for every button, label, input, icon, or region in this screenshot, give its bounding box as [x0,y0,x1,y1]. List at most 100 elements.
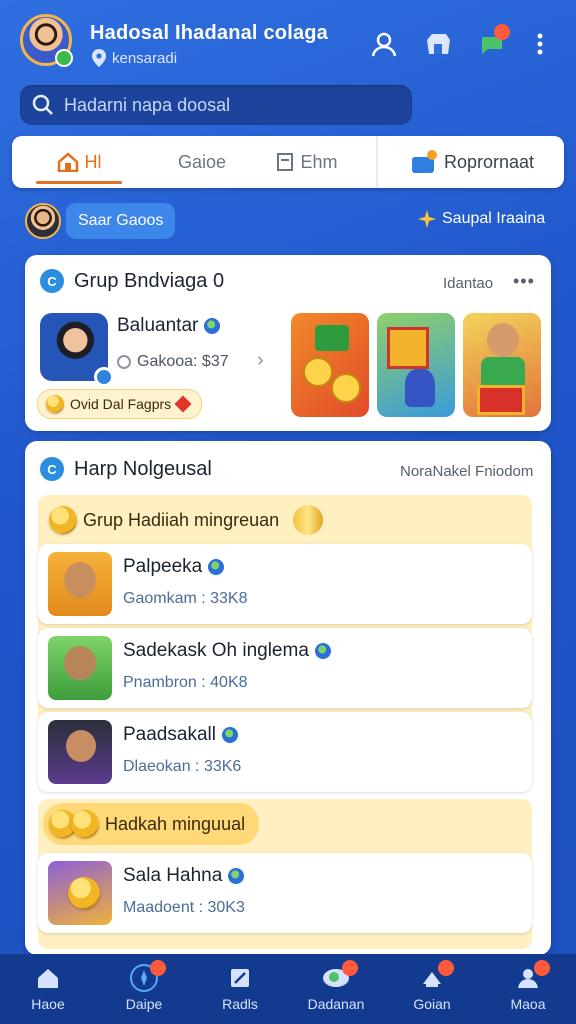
list-item[interactable]: Sala Hahna Maadoent : 30K3 [38,853,532,933]
coin-icon [331,373,361,403]
prize-box-icon [387,327,429,369]
friend-avatar[interactable] [25,203,61,239]
nav-label: Daipe [125,996,163,1012]
nav-label: Maoa [510,996,546,1012]
sparkle-icon [418,210,436,228]
special-link-label: Saupal Iraaina [442,210,546,227]
group-title: Grup Bndviaga 0 [74,269,225,292]
list-item-name-text: Sadekask Oh inglema [123,640,309,661]
home-icon [34,964,62,992]
coin-icon [46,395,64,413]
list-item[interactable]: Palpeeka Gaomkam : 33K8 [38,544,532,624]
more-menu-icon[interactable] [526,30,554,58]
user-avatar [48,720,112,784]
location-label: kensaradi [112,49,178,67]
nav-games[interactable]: Daipe [96,954,192,1024]
ranking-card: C Harp Nolgeusal NoraNakel Fniodom Grup … [25,441,551,955]
nav-label: Haoe [31,996,65,1012]
nav-rewards[interactable]: Goian [384,954,480,1024]
store-icon[interactable] [424,30,452,58]
character-body-icon [481,357,525,387]
active-tab-indicator [36,181,122,184]
ranking-card-header: C Harp Nolgeusal [40,457,212,481]
list-item-meta: Pnambron : 40K8 [123,674,248,691]
ranking-meta[interactable]: NoraNakel Fniodom [400,463,533,480]
tab-divider [376,136,378,188]
document-icon [277,153,294,171]
chevron-right-icon[interactable]: › [257,349,264,372]
section-header-2[interactable]: Hadkah minguual [43,803,260,845]
list-item[interactable]: Paadsakall Dlaeokan : 33K6 [38,712,532,792]
notification-badge [494,24,510,40]
bottom-nav: Haoe Daipe Radls Dadanan Goian Maoa [0,954,576,1024]
featured-avatar[interactable] [40,313,114,387]
featured-name-text: Baluantar [117,315,199,336]
search-icon [32,94,53,115]
tab-program[interactable]: Roprornaat [392,136,552,188]
list-item-name-text: Sala Hahna [123,865,223,886]
list-item-meta: Maadoent : 30K3 [123,899,245,916]
group-card-header: C Grup Bndviaga 0 [40,269,224,293]
user-avatar [48,636,112,700]
profile-avatar[interactable] [20,14,73,67]
special-link[interactable]: Saupal Iraaina [418,210,545,228]
game-thumbnail-1[interactable] [291,313,369,417]
list-item-name-text: Palpeeka [123,556,203,577]
notification-badge [150,960,166,976]
group-meta: Idantao [443,275,494,292]
search-input[interactable] [62,93,386,117]
nav-chat[interactable]: Dadanan [288,954,384,1024]
section-header-1[interactable]: Grup Hadiiah mingreuan [43,499,324,541]
coin-icon [303,357,333,387]
list-item[interactable]: Sadekask Oh inglema Pnambron : 40K8 [38,628,532,708]
nav-radio[interactable]: Radls [192,954,288,1024]
search-bar[interactable] [20,85,412,125]
coin-stack-icon [293,505,324,535]
ranking-logo-icon: C [40,457,64,481]
status-pill[interactable]: Saar Gaoos [66,203,176,239]
section-header-label: Grup Hadiiah mingreuan [83,509,280,530]
section-header-label: Hadkah minguual [105,813,246,834]
globe-icon [204,318,221,334]
tab-label: Ehm [300,151,338,172]
group-logo-icon: C [40,269,64,293]
coin-icon [49,506,77,534]
tab-label: Roprornaat [443,151,535,172]
character-icon [405,369,435,407]
ranking-title: Harp Nolgeusal [74,457,212,480]
face-icon [66,730,96,762]
face-icon [64,646,96,680]
list-item-name: Sadekask Oh inglema [123,640,331,662]
filter-button[interactable] [520,90,554,124]
nav-home[interactable]: Haoe [0,954,96,1024]
tab-bar: Hl Gaioe Ehm Roprornaat [12,136,564,188]
list-item-meta: Dlaeokan : 33K6 [123,758,242,775]
list-item-name-text: Paadsakall [123,724,216,745]
globe-icon [314,643,331,659]
list-item-name: Sala Hahna [123,865,245,887]
home-icon [57,152,78,172]
gift-icon [411,150,437,173]
tab-games[interactable]: Gaioe [152,136,252,188]
online-badge-icon [55,49,73,67]
group-more-icon[interactable]: ••• [513,271,535,292]
edit-icon [226,964,254,992]
reward-pill[interactable]: Ovid Dal Fagprs [37,389,203,419]
list-item-meta: Gaomkam : 33K8 [123,590,248,607]
group-card: C Grup Bndviaga 0 Idantao ••• Baluantar … [25,255,551,431]
cash-icon [315,325,349,351]
nav-profile[interactable]: Maoa [480,954,576,1024]
nav-label: Radls [222,996,258,1012]
game-thumbnail-2[interactable] [377,313,455,417]
coin-icon [68,877,100,909]
location-subtitle[interactable]: kensaradi [92,49,177,67]
game-thumbnail-3[interactable] [463,313,541,417]
nav-label: Goian [413,996,451,1012]
reward-pill-label: Ovid Dal Fagprs [70,396,172,412]
profile-icon[interactable] [370,30,398,58]
featured-name[interactable]: Baluantar [117,315,221,337]
coin-outline-icon [117,355,131,369]
chat-icon[interactable] [478,24,510,58]
tab-files[interactable]: Ehm [262,136,352,188]
nav-label: Dadanan [307,996,365,1012]
